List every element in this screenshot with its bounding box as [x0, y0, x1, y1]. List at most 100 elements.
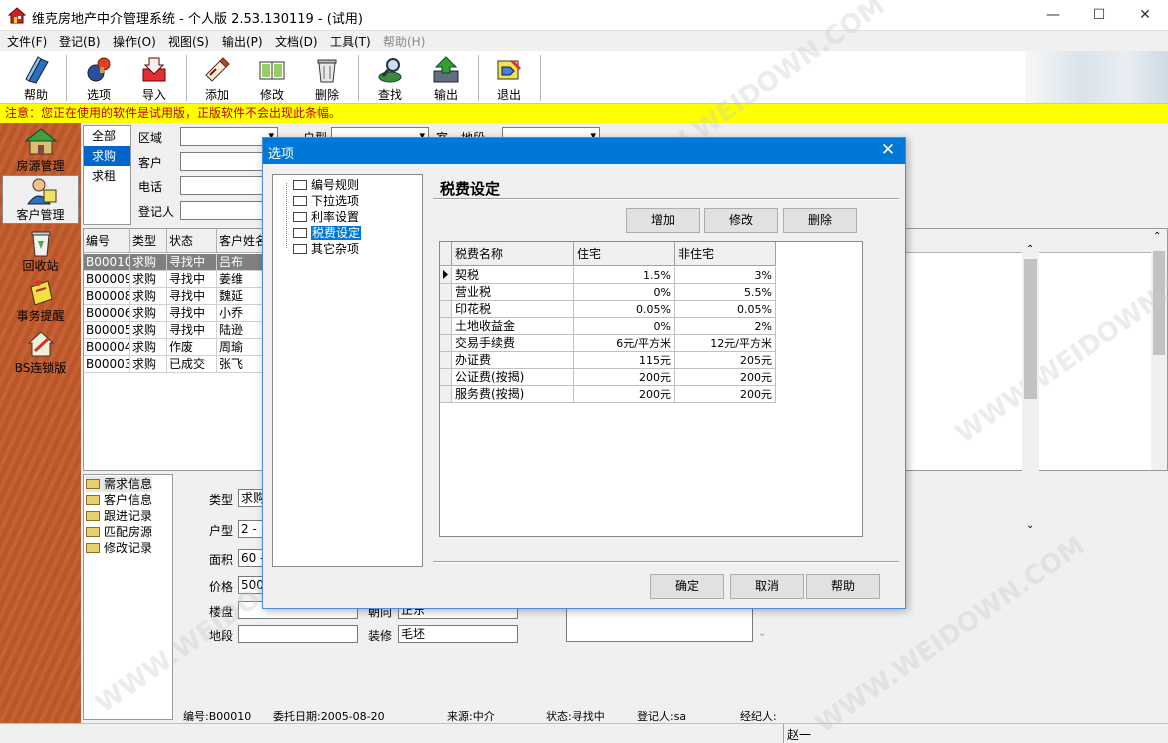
toolbar-import-button[interactable]: 导入: [130, 53, 178, 103]
table-cell: 陆逊: [217, 322, 265, 339]
grid-cell-value[interactable]: 5.5%: [675, 284, 776, 301]
tree-node-tax[interactable]: 税费设定: [293, 225, 362, 241]
delete-button[interactable]: 删除: [783, 208, 857, 233]
grid-cell-value[interactable]: 12元/平方米: [675, 335, 776, 352]
toolbar-options-button[interactable]: 选项: [75, 53, 123, 103]
scroll-up-arrow-icon[interactable]: ⌃: [1153, 231, 1161, 242]
column-header-customer-name[interactable]: 客户姓名: [217, 229, 265, 253]
close-window-button[interactable]: ✕: [1122, 0, 1168, 31]
grid-cell-value[interactable]: 0%: [574, 284, 675, 301]
edit-button[interactable]: 修改: [704, 208, 778, 233]
grid-cell-value[interactable]: 115元: [574, 352, 675, 369]
detail-node-demand[interactable]: 需求信息: [86, 476, 153, 492]
nav-recycle-bin[interactable]: 回收站: [0, 229, 81, 275]
grid-cell-value[interactable]: 0%: [574, 318, 675, 335]
menu-output[interactable]: 输出(P): [222, 33, 263, 50]
cancel-button[interactable]: 取消: [730, 574, 804, 599]
form-plot-input[interactable]: [238, 625, 358, 643]
minimize-button[interactable]: —: [1030, 0, 1076, 31]
status-bar: 赵一: [0, 723, 1168, 743]
grid-cell-name[interactable]: 办证费: [452, 352, 574, 369]
add-button[interactable]: 增加: [626, 208, 700, 233]
menu-help[interactable]: 帮助(H): [383, 33, 425, 50]
tree-node-misc[interactable]: 其它杂项: [293, 241, 359, 257]
grid-cell-value[interactable]: 200元: [574, 369, 675, 386]
help-button[interactable]: 帮助: [806, 574, 880, 599]
grid-cell-name[interactable]: 契税: [452, 267, 574, 284]
folder-icon: [86, 543, 100, 553]
grid-cell-value[interactable]: 2%: [675, 318, 776, 335]
grid-cell-name[interactable]: 交易手续费: [452, 335, 574, 352]
customer-table-scrollbar[interactable]: ⌃: [1151, 229, 1167, 470]
grid-cell-value[interactable]: 200元: [574, 386, 675, 403]
table-cell: 已成交: [167, 356, 217, 373]
grid-cell-value[interactable]: 0.05%: [675, 301, 776, 318]
tree-node-interest[interactable]: 利率设置: [293, 209, 359, 225]
form-decor-input[interactable]: 毛坯: [398, 625, 518, 643]
nav-house-management[interactable]: 房源管理: [0, 127, 81, 175]
grid-cell-value[interactable]: 1.5%: [574, 267, 675, 284]
grid-cell-name[interactable]: 印花税: [452, 301, 574, 318]
menu-file[interactable]: 文件(F): [7, 33, 47, 50]
column-header-id[interactable]: 编号: [84, 229, 130, 253]
toolbar-edit-button[interactable]: 修改: [248, 53, 296, 103]
category-all[interactable]: 全部: [84, 126, 130, 146]
tree-node-numbering[interactable]: 编号规则: [293, 177, 359, 193]
grid-cell-name[interactable]: 土地收益金: [452, 318, 574, 335]
grid-cell-value[interactable]: 200元: [675, 369, 776, 386]
grid-cell-value[interactable]: 200元: [675, 386, 776, 403]
table-cell: 求购: [130, 305, 167, 322]
grid-header-residential[interactable]: 住宅: [574, 242, 675, 266]
dialog-close-button[interactable]: ✕: [877, 140, 899, 160]
column-header-status[interactable]: 状态: [167, 229, 217, 253]
category-buy[interactable]: 求购: [84, 146, 130, 166]
table-cell: 小乔: [217, 305, 265, 322]
window-title: 维克房地产中介管理系统 - 个人版 2.53.130119 - (试用): [32, 12, 363, 27]
toolbar-search-button[interactable]: 查找: [366, 53, 414, 103]
toolbar-delete-button[interactable]: 删除: [303, 53, 351, 103]
tree-node-dropdown[interactable]: 下拉选项: [293, 193, 359, 209]
form-notes-textarea[interactable]: [566, 605, 753, 642]
toolbar: 帮助 选项 导入 添加 修改 删除 查找 输出 退出: [0, 51, 1168, 104]
category-rent[interactable]: 求租: [84, 166, 130, 186]
grid-cell-value[interactable]: 0.05%: [574, 301, 675, 318]
detail-node-history[interactable]: 修改记录: [86, 540, 152, 556]
row-indicator: [440, 318, 452, 335]
menu-tools[interactable]: 工具(T): [330, 33, 371, 50]
menu-view[interactable]: 视图(S): [168, 33, 209, 50]
toolbar-export-button[interactable]: 输出: [422, 53, 470, 103]
window-titlebar[interactable]: 维克房地产中介管理系统 - 个人版 2.53.130119 - (试用) — ☐…: [0, 0, 1168, 31]
nav-reminders[interactable]: 事务提醒: [0, 277, 81, 325]
dialog-titlebar[interactable]: 选项 ✕: [263, 138, 905, 164]
scroll-down-arrow-icon[interactable]: ⌄: [1026, 520, 1034, 531]
tax-grid-scrollbar[interactable]: ⌃ ⌄: [1022, 242, 1039, 536]
detail-node-customer[interactable]: 客户信息: [86, 492, 152, 508]
toolbar-exit-button[interactable]: 退出: [485, 53, 533, 103]
table-cell: B00010: [84, 254, 130, 271]
grid-header-nonresidential[interactable]: 非住宅: [675, 242, 776, 266]
grid-cell-name[interactable]: 营业税: [452, 284, 574, 301]
detail-node-matching[interactable]: 匹配房源: [86, 524, 152, 540]
grid-cell-value[interactable]: 205元: [675, 352, 776, 369]
scroll-up-arrow-icon[interactable]: ⌃: [1026, 244, 1034, 255]
toolbar-add-button[interactable]: 添加: [193, 53, 241, 103]
grid-cell-name[interactable]: 公证费(按揭): [452, 369, 574, 386]
grid-cell-name[interactable]: 服务费(按揭): [452, 386, 574, 403]
column-header-type[interactable]: 类型: [130, 229, 167, 253]
menu-document[interactable]: 文档(D): [275, 33, 318, 50]
grid-cell-value[interactable]: 3%: [675, 267, 776, 284]
grid-cell-value[interactable]: 6元/平方米: [574, 335, 675, 352]
toolbar-help-button[interactable]: 帮助: [12, 53, 60, 103]
scroll-thumb[interactable]: [1024, 259, 1037, 399]
nav-customer-management[interactable]: 客户管理: [2, 175, 79, 224]
options-tree: 编号规则 下拉选项 利率设置 税费设定 其它杂项: [272, 174, 423, 567]
nav-bs-chain[interactable]: BS连锁版: [0, 329, 81, 377]
detail-node-followup[interactable]: 跟进记录: [86, 508, 152, 524]
grid-header-name[interactable]: 税费名称: [452, 242, 574, 266]
ok-button[interactable]: 确定: [650, 574, 724, 599]
maximize-button[interactable]: ☐: [1076, 0, 1122, 31]
dialog-title: 选项: [268, 147, 295, 162]
scroll-thumb[interactable]: [1153, 251, 1165, 355]
menu-register[interactable]: 登记(B): [59, 33, 101, 50]
menu-operate[interactable]: 操作(O): [113, 33, 156, 50]
